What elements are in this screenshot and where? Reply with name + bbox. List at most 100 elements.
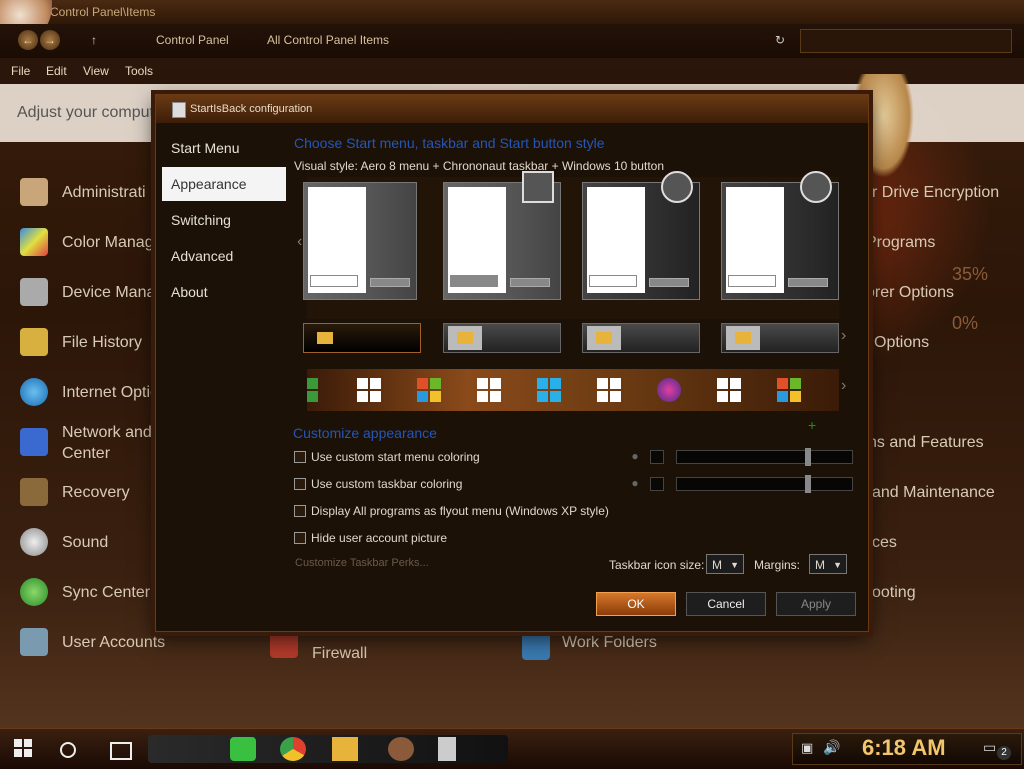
ok-button[interactable]: OK [596, 592, 676, 616]
task-view-icon[interactable] [110, 742, 132, 760]
cp-item-device-manager[interactable]: Device Manag [62, 284, 164, 302]
sidebar-item-advanced[interactable]: Advanced [162, 239, 286, 273]
taskbar-style-3[interactable] [582, 323, 700, 353]
cp-item-programs-features[interactable]: ns and Features [868, 434, 984, 452]
start-button-style-gallery[interactable]: › [307, 369, 846, 411]
user-accounts-icon [20, 628, 48, 656]
chrome-icon[interactable] [280, 737, 306, 761]
startisback-taskbar-icon[interactable] [438, 737, 456, 761]
sync-center-icon [20, 578, 48, 606]
breadcrumb-control-panel[interactable]: Control Panel [156, 33, 229, 47]
search-input[interactable] [800, 29, 1012, 53]
sidebar-item-about[interactable]: About [162, 275, 286, 309]
style-thumb-4[interactable] [721, 171, 839, 300]
cp-item-user-accounts[interactable]: User Accounts [62, 634, 165, 652]
cp-item-recovery[interactable]: Recovery [62, 484, 130, 502]
cp-item-sync-center[interactable]: Sync Center [62, 584, 150, 602]
style-thumb-2[interactable] [443, 171, 561, 300]
up-button[interactable]: ↑ [84, 30, 104, 50]
taskbar-opacity-slider[interactable] [676, 475, 853, 493]
cp-item-firewall[interactable]: Firewall [312, 645, 367, 663]
taskbar-style-4[interactable] [721, 323, 839, 353]
sidebar-item-appearance[interactable]: Appearance [162, 167, 286, 201]
icon-size-label: Taskbar icon size: [609, 558, 705, 572]
network-icon[interactable]: ▣ [801, 740, 813, 756]
forward-button[interactable]: → [40, 30, 60, 50]
checkbox-custom-taskbar-coloring[interactable]: Use custom taskbar coloring [294, 477, 462, 491]
breadcrumb-all-items[interactable]: All Control Panel Items [267, 33, 389, 47]
windows-logo-xp-icon[interactable] [777, 378, 801, 402]
volume-icon[interactable]: 🔊 [823, 739, 840, 756]
windows-logo-white-icon[interactable] [477, 378, 501, 402]
checkbox-flyout-menu[interactable]: Display All programs as flyout menu (Win… [294, 504, 609, 518]
cp-item-work-folders[interactable]: Work Folders [562, 634, 657, 652]
checkbox-icon[interactable] [294, 451, 306, 463]
cp-item-network[interactable]: Network and [62, 424, 152, 442]
menu-file[interactable]: File [11, 64, 30, 78]
back-button[interactable]: ← [18, 30, 38, 50]
margins-select[interactable]: M ▼ [809, 554, 847, 574]
icon-size-select[interactable]: M ▼ [706, 554, 744, 574]
cp-item-color-management[interactable]: Color Manag [62, 234, 154, 252]
sound-icon [20, 528, 48, 556]
win8-logo-icon[interactable] [307, 378, 331, 402]
cp-item-drive-encryption[interactable]: r Drive Encryption [872, 184, 999, 202]
windows-logo-white-icon[interactable] [717, 378, 741, 402]
slider-handle[interactable] [805, 475, 811, 493]
windows-logo-purple-icon[interactable] [657, 378, 681, 402]
checkbox-icon[interactable] [294, 505, 306, 517]
cancel-button[interactable]: Cancel [686, 592, 766, 616]
checkbox-custom-start-coloring[interactable]: Use custom start menu coloring [294, 450, 480, 464]
notifications-icon[interactable]: ▭ [983, 739, 996, 756]
checkbox-icon[interactable] [294, 478, 306, 490]
gallery-prev-icon[interactable]: ‹ [297, 233, 302, 251]
windows-logo-color-icon[interactable] [417, 378, 441, 402]
menu-view[interactable]: View [83, 64, 109, 78]
checkbox-hide-user-picture[interactable]: Hide user account picture [294, 531, 447, 545]
style-thumb-3[interactable] [582, 171, 700, 300]
customize-perks-link[interactable]: Customize Taskbar Perks... [295, 557, 429, 569]
cortana-icon[interactable] [60, 742, 76, 758]
cp-item-devices[interactable]: ces [872, 534, 897, 552]
user-picture-icon [800, 171, 832, 203]
cp-item-maintenance[interactable]: and Maintenance [872, 484, 995, 502]
taskbar-color-swatch[interactable] [650, 477, 664, 491]
cp-item-network-center[interactable]: Center [62, 445, 110, 463]
taskbar-style-2[interactable] [443, 323, 561, 353]
windows-logo-white-icon[interactable] [597, 378, 621, 402]
windows-logo-white-icon[interactable] [357, 378, 381, 402]
sidebar-item-switching[interactable]: Switching [162, 203, 286, 237]
checkbox-icon[interactable] [294, 532, 306, 544]
taskbar-next-icon[interactable]: › [841, 327, 846, 345]
checkbox-label: Use custom taskbar coloring [311, 477, 463, 491]
button-next-icon[interactable]: › [841, 377, 846, 395]
cp-item-administrative[interactable]: Administrati [62, 184, 146, 202]
start-opacity-slider[interactable] [676, 448, 853, 466]
sidebar-item-start-menu[interactable]: Start Menu [162, 131, 286, 165]
menu-tools[interactable]: Tools [125, 64, 153, 78]
firewall-icon [270, 630, 298, 658]
taskbar-style-gallery: › [303, 323, 846, 355]
slider-handle[interactable] [805, 448, 811, 466]
start-color-swatch[interactable] [650, 450, 664, 464]
notes-app-icon[interactable] [230, 737, 256, 761]
cp-item-troubleshooting[interactable]: ooting [872, 584, 916, 602]
cp-item-options[interactable]: Options [874, 334, 929, 352]
apply-button[interactable]: Apply [776, 592, 856, 616]
cp-item-sound[interactable]: Sound [62, 534, 108, 552]
dialog-sidebar: Start Menu Appearance Switching Advanced… [162, 131, 286, 621]
cp-item-explorer-options[interactable]: orer Options [866, 284, 954, 302]
file-history-icon [20, 328, 48, 356]
add-button-icon[interactable]: + [808, 417, 816, 433]
style-thumb-1[interactable] [303, 182, 417, 300]
file-explorer-icon[interactable] [332, 737, 358, 761]
windows-logo-blue-icon[interactable] [537, 378, 561, 402]
taskbar-clock[interactable]: 6:18 AM [862, 735, 946, 761]
refresh-button[interactable]: ↻ [775, 33, 785, 47]
cp-item-programs[interactable]: Programs [866, 234, 935, 252]
hamster-app-icon[interactable] [388, 737, 414, 761]
menu-edit[interactable]: Edit [46, 64, 67, 78]
cp-item-file-history[interactable]: File History [62, 334, 142, 352]
taskbar-style-1[interactable] [303, 323, 421, 353]
cp-item-internet-options[interactable]: Internet Optic [62, 384, 158, 402]
